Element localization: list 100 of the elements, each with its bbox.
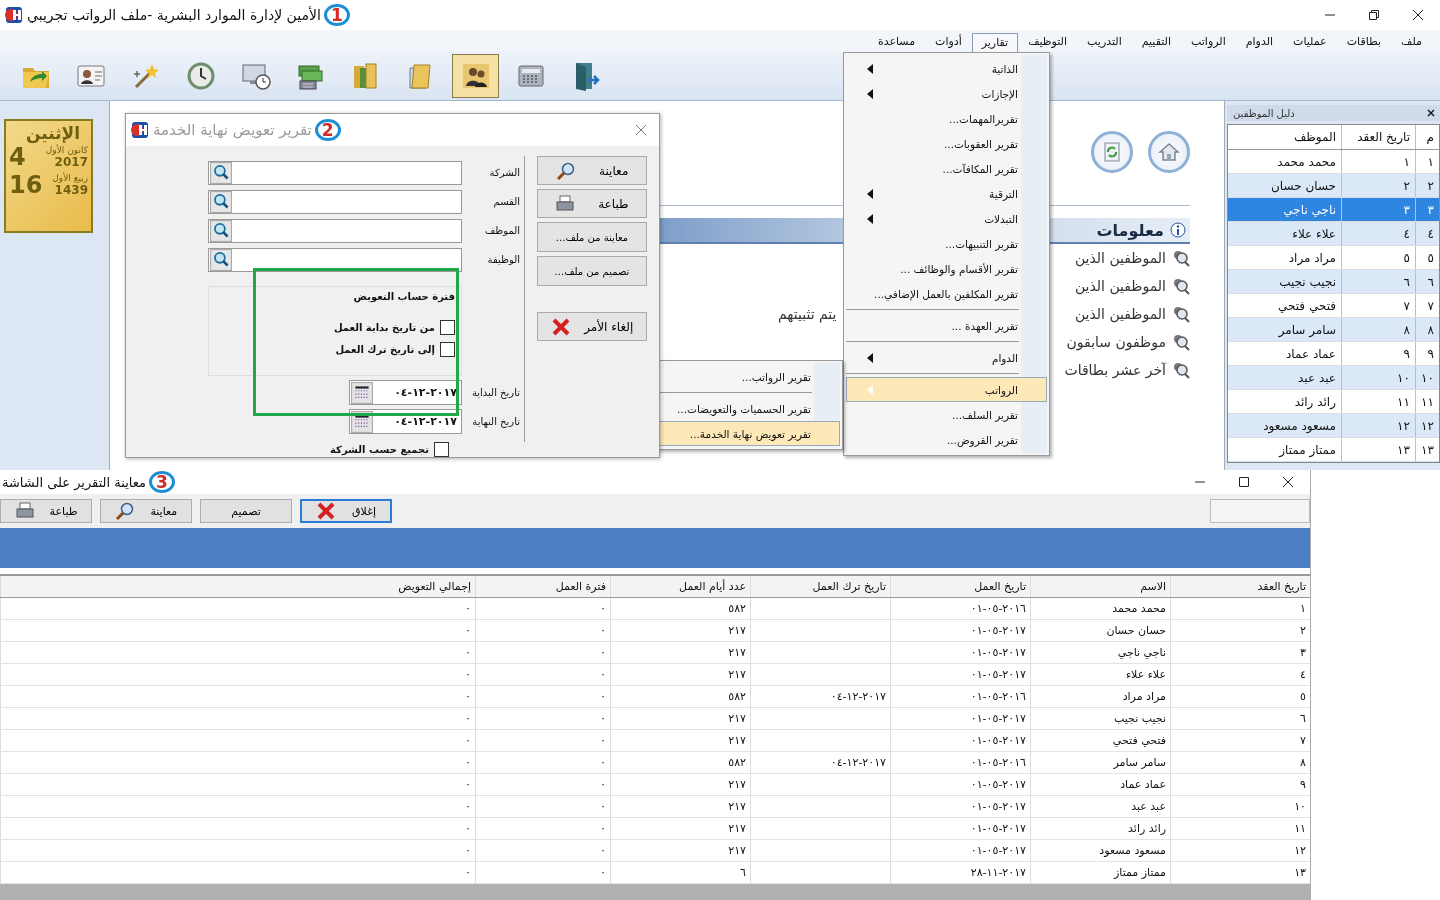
field-label: القسم (492, 196, 521, 207)
employee-row[interactable]: ١٠ ١٠ عبد عبد (1228, 366, 1439, 390)
table-cell: ممتاز ممتاز (1114, 866, 1166, 879)
column-header: إجمالي التعويض (0, 576, 475, 597)
table-cell: ٠ (465, 844, 471, 857)
table-cell: ٠ (600, 690, 606, 703)
dialog-button[interactable]: تصميم من ملف... (537, 256, 647, 286)
menu-item[interactable]: تقرير المكلفين بالعمل الإضافي... (846, 281, 1047, 306)
menu-item[interactable]: الدوام (1235, 32, 1284, 52)
calendar-weekday: الإثنين (25, 123, 80, 143)
menu-item[interactable]: تقرير المكافآت... (846, 156, 1047, 181)
page-field[interactable] (1210, 499, 1310, 523)
dialog-button[interactable]: معاينة من ملف... (537, 222, 647, 252)
table-cell: ٥ (1341, 246, 1415, 269)
report-button[interactable]: إغلاق (300, 499, 392, 523)
menu-item[interactable]: الذاتية (846, 56, 1047, 81)
lookup-field[interactable] (208, 160, 462, 185)
table-cell: ١٣ (1415, 438, 1439, 461)
menu-item[interactable]: الإجازات (846, 81, 1047, 106)
menu-item[interactable]: ملف (1391, 32, 1432, 52)
field-label: تاريخ البداية (470, 387, 521, 398)
menu-item[interactable]: تقريرالمهمات... (846, 106, 1047, 131)
checkbox[interactable] (440, 341, 455, 357)
search-icon[interactable] (210, 161, 232, 184)
dialog-button[interactable]: طباعة (537, 189, 647, 218)
table-cell: ١٠ (1294, 800, 1306, 813)
menu-item[interactable]: تقارير (971, 33, 1019, 52)
menu-item[interactable]: تقرير العهدة ... (846, 313, 1047, 338)
menu-item[interactable]: التبدلات (846, 206, 1047, 231)
app-icon (131, 121, 149, 139)
report-button[interactable]: تصميم (200, 499, 292, 523)
menu-item[interactable]: التدريب (1077, 32, 1132, 52)
search-people-icon (1172, 361, 1190, 379)
panel-title: دليل الموظفين (1232, 107, 1295, 119)
menu-item[interactable]: تقرير الأقسام والوظائف ... (846, 256, 1047, 281)
info-link[interactable]: الموظفين الذين (1074, 306, 1166, 322)
employee-row[interactable]: ٨ ٨ سامر سامر (1228, 318, 1439, 342)
menu-item[interactable]: الرواتب (1181, 32, 1236, 52)
calendar-icon[interactable] (351, 381, 373, 404)
checkbox[interactable] (440, 319, 455, 335)
info-link[interactable]: الموظفين الذين (1074, 250, 1166, 266)
table-cell: ٠١-٠٥-٢٠١٦ (970, 756, 1026, 769)
round-button[interactable] (1148, 131, 1190, 173)
table-cell: ٨ (1341, 318, 1415, 341)
table-cell: ٠٤-١٢-٢٠١٧ (830, 756, 886, 769)
menu-item[interactable]: عمليات (1283, 32, 1337, 52)
table-cell-text: ممتاز ممتاز (1277, 441, 1337, 460)
menu-item[interactable]: الدوام (846, 345, 1047, 370)
menu-item[interactable]: تقرير القروض... (846, 427, 1047, 452)
lookup-field[interactable] (208, 247, 462, 272)
annotation-badge: 2 (314, 119, 341, 141)
menu-item[interactable]: التوظيف (1018, 32, 1078, 52)
menu-item[interactable]: تقرير السلف... (846, 402, 1047, 427)
menu-item[interactable]: مساعدة (867, 32, 926, 52)
employee-row[interactable]: ٦ ٦ نجيب نجيب (1228, 270, 1439, 294)
checkbox-label: من تاريخ بداية العمل (333, 321, 435, 333)
info-link[interactable]: يتم تثبيتهم (778, 306, 837, 322)
info-link[interactable]: آخر عشر بطاقات (1064, 362, 1166, 378)
report-button[interactable]: معاينة (100, 499, 192, 523)
table-cell-text: سامر سامر (1277, 321, 1337, 339)
table-cell: ٠ (465, 756, 471, 769)
dialog-button[interactable]: إلغاء الأمر (537, 312, 647, 341)
close-icon[interactable] (1427, 109, 1435, 117)
column-header[interactable]: الموظف (1228, 125, 1341, 149)
lookup-field[interactable] (208, 218, 462, 243)
employee-row[interactable]: ٤ ٤ علاء علاء (1228, 222, 1439, 246)
menu-item[interactable]: الرواتب (846, 377, 1047, 402)
table-cell: ١١ (1415, 390, 1439, 413)
employee-row[interactable]: ٢ ٢ حسان حسان (1228, 174, 1439, 198)
employee-row[interactable]: ١٣ ١٣ ممتاز ممتاز (1228, 438, 1439, 462)
home-icon (1157, 140, 1181, 164)
table-cell: ٠ (465, 734, 471, 747)
table-cell: ٠١-٠٥-٢٠١٧ (970, 646, 1026, 659)
column-header[interactable]: تاريخ العقد (1341, 125, 1415, 149)
search-icon[interactable] (210, 190, 232, 213)
dialog-button[interactable]: معاينة (537, 156, 647, 185)
column-header[interactable]: م (1415, 125, 1439, 149)
table-cell: ٠ (465, 602, 471, 615)
search-icon[interactable] (210, 219, 232, 242)
toolbar-button[interactable] (452, 54, 499, 98)
table-cell: ٩ (1341, 342, 1415, 365)
report-button[interactable]: طباعة (0, 499, 92, 523)
menu-item[interactable]: التقييم (1131, 32, 1181, 52)
table-cell: ٦ (1300, 712, 1306, 725)
menu-item[interactable]: أدوات (925, 32, 972, 52)
employee-row[interactable]: ١٢ ١٢ مسعود مسعود (1228, 414, 1439, 438)
menu-item[interactable]: تقرير التنبيهات... (846, 231, 1047, 256)
table-cell: ٣ (1415, 198, 1439, 221)
employee-row[interactable]: ٣ ٣ ناجي ناجي (1228, 198, 1439, 222)
checkbox[interactable] (434, 441, 449, 457)
search-icon[interactable] (210, 248, 232, 271)
menu-item[interactable]: تقرير العقوبات... (846, 131, 1047, 156)
info-link[interactable]: موظفون سابقون (1066, 334, 1166, 350)
table-cell: ٣ (1300, 646, 1306, 659)
lookup-field[interactable] (208, 189, 462, 214)
field-label: الوظيفة (486, 254, 521, 265)
menu-item[interactable]: الترقية (846, 181, 1047, 206)
date-field[interactable]: ٠٤-١٢-٢٠١٧ (349, 380, 462, 405)
menu-item[interactable]: بطاقات (1336, 32, 1392, 52)
info-link[interactable]: الموظفين الذين (1074, 278, 1166, 294)
